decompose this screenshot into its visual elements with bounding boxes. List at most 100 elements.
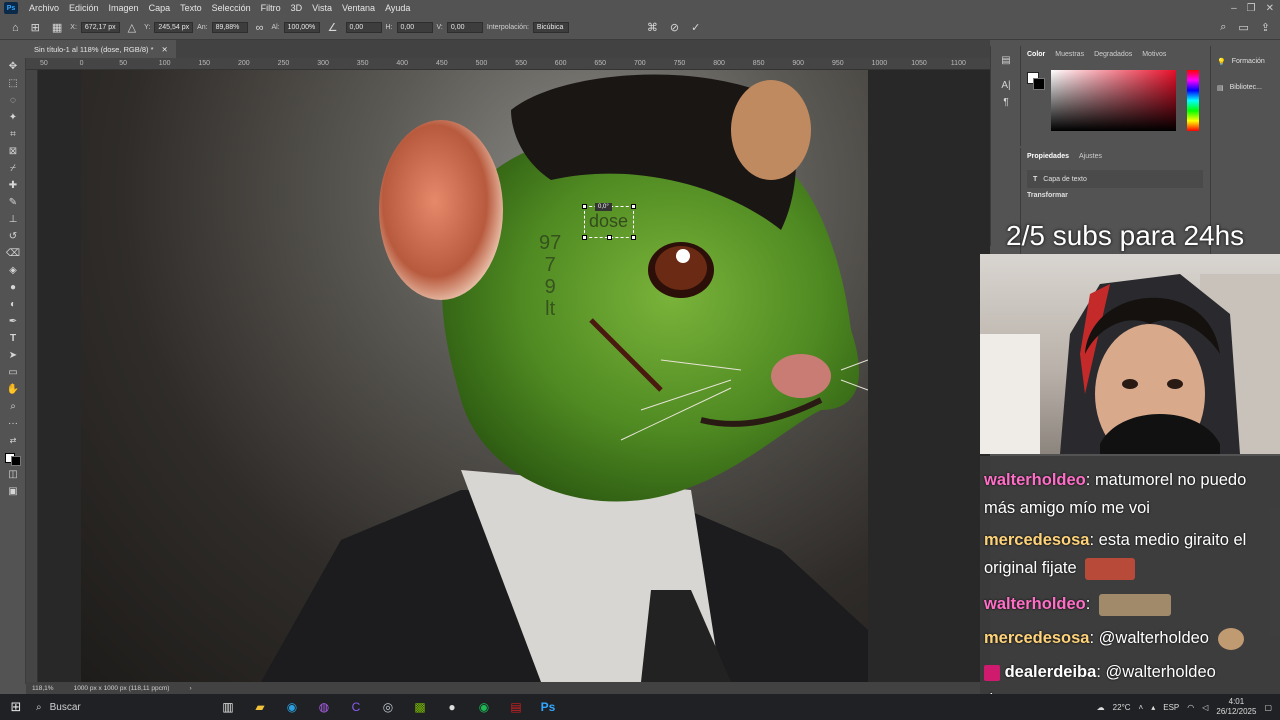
color-swatches-icon[interactable] <box>0 449 26 466</box>
restore-icon[interactable]: ❐ <box>1247 3 1256 14</box>
language-indicator[interactable]: ESP <box>1163 703 1179 712</box>
app-red-icon[interactable]: ▤ <box>500 700 532 714</box>
transform-handle[interactable] <box>631 204 636 209</box>
zoom-tool-icon[interactable]: ⌕ <box>0 398 26 415</box>
menu-texto[interactable]: Texto <box>175 3 207 13</box>
document-tab[interactable]: Sin título-1 al 118% (dose, RGB/8) * ✕ <box>26 40 176 58</box>
file-explorer-icon[interactable]: ▰ <box>244 700 276 714</box>
clone-stamp-tool-icon[interactable]: ⊥ <box>0 211 26 228</box>
lasso-tool-icon[interactable]: ◌ <box>0 92 26 109</box>
warp-icon[interactable]: ⌘ <box>643 21 662 34</box>
magic-wand-tool-icon[interactable]: ✦ <box>0 109 26 126</box>
notifications-icon[interactable]: ▢ <box>1264 703 1272 712</box>
angle-field[interactable]: 0,00 <box>345 22 382 33</box>
wifi-icon[interactable]: ◠ <box>1187 703 1194 712</box>
tab-close-icon[interactable]: ✕ <box>162 45 168 54</box>
swap-colors-icon[interactable]: ⇄ <box>0 432 26 449</box>
link-icon[interactable]: ∞ <box>252 22 268 34</box>
nvidia-icon[interactable]: ▩ <box>404 700 436 714</box>
more-tools-icon[interactable]: ··· <box>0 415 26 432</box>
menu-imagen[interactable]: Imagen <box>104 3 144 13</box>
menu-archivo[interactable]: Archivo <box>24 3 64 13</box>
marquee-tool-icon[interactable]: ⬚ <box>0 75 26 92</box>
menu-ventana[interactable]: Ventana <box>337 3 380 13</box>
cancel-transform-icon[interactable]: ⊘ <box>666 21 683 34</box>
windows-start-icon[interactable]: ⊞ <box>0 699 32 715</box>
transform-section-header[interactable]: Transformar <box>1027 192 1068 199</box>
healing-brush-tool-icon[interactable]: ✚ <box>0 177 26 194</box>
hue-slider[interactable] <box>1187 70 1199 131</box>
transform-handle[interactable] <box>582 204 587 209</box>
menu-3d[interactable]: 3D <box>286 3 308 13</box>
paint-bucket-tool-icon[interactable]: ◈ <box>0 262 26 279</box>
width-field[interactable]: 89,88% <box>211 22 248 33</box>
spotify-icon[interactable]: ◉ <box>468 700 500 714</box>
canvas-area[interactable]: 97 7 9 lt dose 0,0° <box>38 70 990 682</box>
transform-tool-icon[interactable]: ⊞ <box>27 21 44 34</box>
network-icon[interactable]: ▴ <box>1151 703 1155 712</box>
edge-browser-icon[interactable]: ◉ <box>276 700 308 714</box>
tab-properties[interactable]: Propiedades <box>1027 153 1069 160</box>
zoom-level[interactable]: 118,1% <box>32 685 54 692</box>
taskbar-search[interactable]: ⌕ Buscar <box>32 696 212 718</box>
transform-bounding-box[interactable]: dose 0,0° <box>582 203 636 240</box>
tab-gradients[interactable]: Degradados <box>1094 51 1132 58</box>
tab-adjustments[interactable]: Ajustes <box>1079 153 1102 160</box>
eyedropper-tool-icon[interactable]: ⌿ <box>0 160 26 177</box>
task-view-icon[interactable]: ▥ <box>212 700 244 714</box>
paragraph-panel-icon[interactable]: ¶ <box>991 94 1021 111</box>
color-picker-field[interactable] <box>1051 70 1176 131</box>
character-panel-icon[interactable]: A| <box>991 77 1021 94</box>
learn-label[interactable]: Formación <box>1232 58 1265 66</box>
menu-vista[interactable]: Vista <box>307 3 337 13</box>
text-layer-dose[interactable]: dose <box>589 211 628 232</box>
pen-tool-icon[interactable]: ✒ <box>0 313 26 330</box>
canva-icon[interactable]: C <box>340 700 372 714</box>
status-arrow-icon[interactable]: › <box>189 685 191 692</box>
close-icon[interactable]: ✕ <box>1266 3 1274 14</box>
reference-point-icon[interactable]: ▦ <box>48 21 66 34</box>
clock[interactable]: 4:01 26/12/2025 <box>1216 697 1256 717</box>
screen-mode-icon[interactable]: ▣ <box>0 483 26 500</box>
tab-swatches[interactable]: Muestras <box>1055 51 1084 58</box>
path-selection-tool-icon[interactable]: ➤ <box>0 347 26 364</box>
messenger-icon[interactable]: ◍ <box>308 700 340 714</box>
transform-handle[interactable] <box>631 235 636 240</box>
home-icon[interactable]: ⌂ <box>8 22 23 34</box>
x-field[interactable]: 672,17 px <box>80 22 120 33</box>
tab-patterns[interactable]: Motivos <box>1142 51 1166 58</box>
history-brush-tool-icon[interactable]: ↺ <box>0 228 26 245</box>
rectangle-tool-icon[interactable]: ▭ <box>0 364 26 381</box>
menu-filtro[interactable]: Filtro <box>256 3 286 13</box>
menu-edicion[interactable]: Edición <box>64 3 104 13</box>
workspace-icon[interactable]: ▭ <box>1234 21 1252 34</box>
steam-icon[interactable]: ◎ <box>372 700 404 714</box>
transform-handle[interactable] <box>607 235 612 240</box>
background-color-swatch[interactable] <box>1033 78 1045 90</box>
menu-seleccion[interactable]: Selección <box>207 3 256 13</box>
brush-tool-icon[interactable]: ✎ <box>0 194 26 211</box>
menu-ayuda[interactable]: Ayuda <box>380 3 415 13</box>
height-field[interactable]: 100,00% <box>283 22 320 33</box>
temperature[interactable]: 22°C <box>1113 703 1131 712</box>
vskew-field[interactable]: 0,00 <box>446 22 483 33</box>
tray-arrow-icon[interactable]: ˄ <box>1139 703 1144 712</box>
y-field[interactable]: 245,54 px <box>154 22 194 33</box>
minimize-icon[interactable]: – <box>1231 3 1237 14</box>
delta-icon[interactable]: △ <box>124 21 140 34</box>
transform-handle[interactable] <box>582 235 587 240</box>
eraser-tool-icon[interactable]: ⌫ <box>0 245 26 262</box>
menu-capa[interactable]: Capa <box>144 3 176 13</box>
photoshop-taskbar-icon[interactable]: Ps <box>532 700 564 714</box>
search-icon[interactable]: ⌕ <box>1216 21 1230 34</box>
dodge-tool-icon[interactable]: ◐ <box>0 296 26 313</box>
blur-tool-icon[interactable]: ● <box>0 279 26 296</box>
type-tool-icon[interactable]: T <box>0 330 26 347</box>
quick-mask-icon[interactable]: ◫ <box>0 466 26 483</box>
interpolation-select[interactable]: Bicúbica <box>532 22 569 33</box>
share-icon[interactable]: ⇪ <box>1257 21 1274 34</box>
volume-icon[interactable]: ◁ <box>1202 703 1208 712</box>
obs-icon[interactable]: ● <box>436 700 468 714</box>
history-panel-icon[interactable]: ▤ <box>991 52 1021 69</box>
hand-tool-icon[interactable]: ✋ <box>0 381 26 398</box>
